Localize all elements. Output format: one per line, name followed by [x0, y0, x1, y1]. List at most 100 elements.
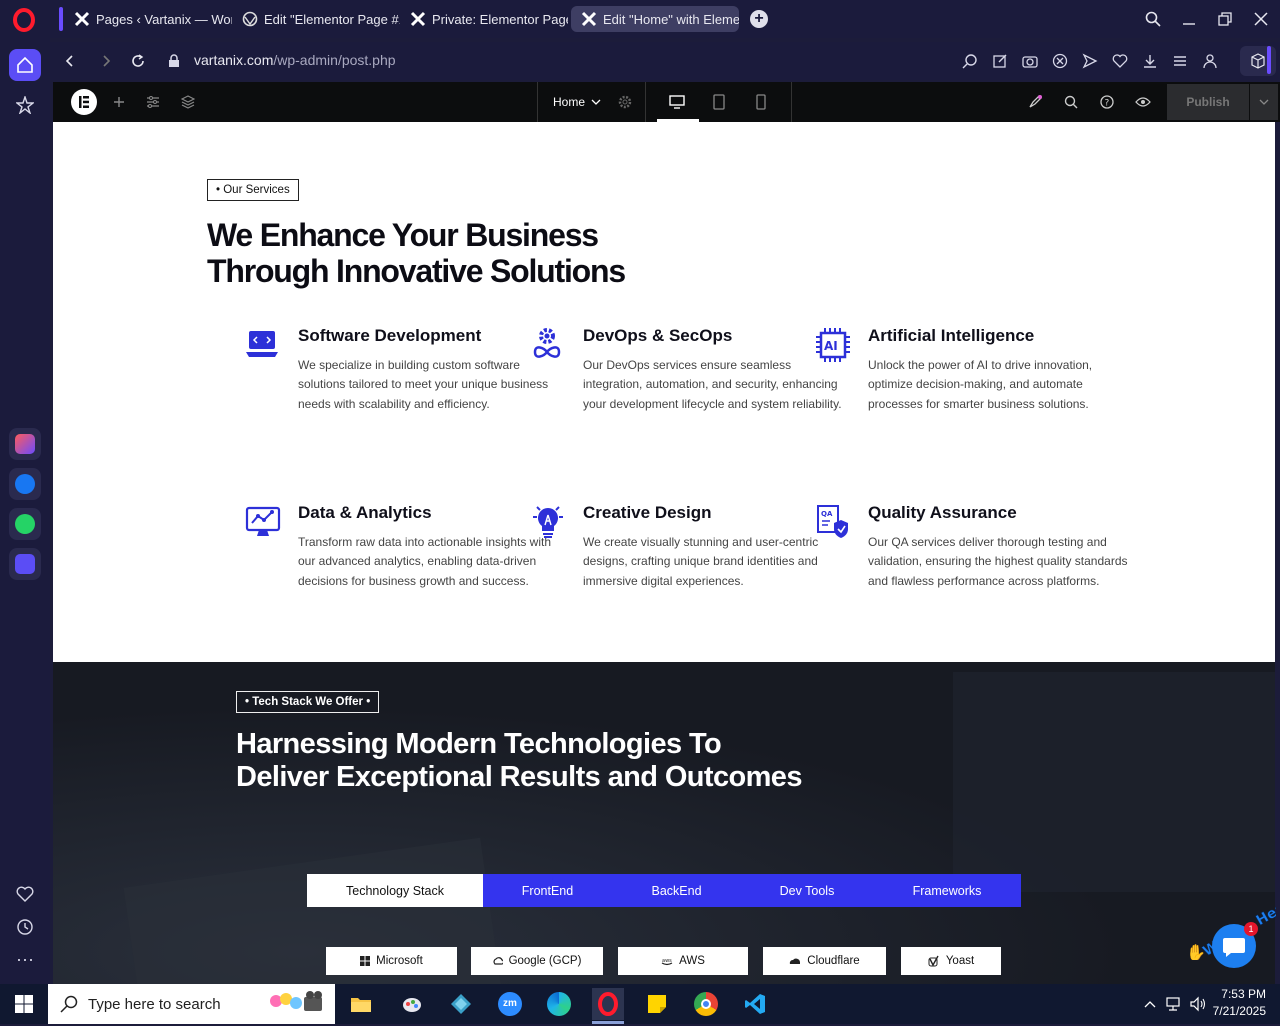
service-title: Artificial Intelligence: [868, 326, 1035, 345]
url-path: /wp-admin/post.php: [273, 52, 396, 68]
page-search-icon[interactable]: [960, 51, 980, 71]
new-tab-button[interactable]: +: [750, 10, 768, 28]
chip-label: Cloudflare: [807, 955, 860, 967]
publish-options-chevron-icon[interactable]: [1250, 84, 1278, 120]
tab-edit-elementor-page[interactable]: Edit "Elementor Page #100: [232, 6, 400, 32]
tech-badge-label: Tech Stack We Offer: [252, 696, 364, 708]
tab-private-elementor-page[interactable]: Private: Elementor Page #: [400, 6, 568, 32]
tab-frameworks[interactable]: Frameworks: [873, 874, 1021, 907]
aria-ai-icon[interactable]: [9, 428, 41, 460]
speed-dial-icon[interactable]: [9, 89, 41, 121]
sticky-notes-icon[interactable]: [641, 988, 673, 1020]
preview-eye-icon[interactable]: [1133, 92, 1153, 112]
app-paint-icon[interactable]: [396, 988, 428, 1020]
history-clock-icon[interactable]: [9, 911, 41, 943]
zoom-app-icon[interactable]: zm: [494, 988, 526, 1020]
chip-microsoft[interactable]: Microsoft: [326, 947, 457, 975]
lock-icon[interactable]: [164, 51, 184, 71]
taskbar-search-box[interactable]: Type here to search: [48, 984, 335, 1024]
whatsapp-icon[interactable]: [9, 508, 41, 540]
add-element-icon[interactable]: [109, 92, 129, 112]
service-card-software-development[interactable]: Software Development We specialize in bu…: [246, 326, 568, 414]
gear-infinity-icon: [529, 326, 569, 366]
svg-text:aws: aws: [662, 958, 672, 964]
service-card-creative-design[interactable]: Creative Design We create visually stunn…: [533, 503, 853, 591]
wordpress-favicon-icon: [242, 11, 258, 27]
tab-technology-stack[interactable]: Technology Stack: [307, 874, 483, 907]
chip-cloudflare[interactable]: Cloudflare: [763, 947, 886, 975]
download-icon[interactable]: [1140, 51, 1160, 71]
tab-dev-tools[interactable]: Dev Tools: [741, 874, 873, 907]
svg-text:AI: AI: [824, 339, 838, 353]
app-diamond-icon[interactable]: [445, 988, 477, 1020]
vscode-icon[interactable]: [739, 988, 771, 1020]
desktop-view-icon[interactable]: [667, 92, 687, 112]
home-icon[interactable]: [9, 49, 41, 81]
file-explorer-icon[interactable]: [345, 988, 377, 1020]
system-clock[interactable]: 7:53 PM 7/21/2025: [1213, 986, 1266, 1020]
more-options-icon[interactable]: ···: [9, 943, 41, 975]
services-heading: We Enhance Your Business Through Innovati…: [207, 217, 727, 289]
search-tabs-icon[interactable]: [1141, 8, 1165, 30]
opera-logo-icon[interactable]: [12, 8, 36, 32]
windows-start-icon[interactable]: [8, 988, 40, 1020]
service-card-ai[interactable]: AI Artificial Intelligence Unlock the po…: [816, 326, 1138, 414]
favorites-heart-icon[interactable]: [9, 878, 41, 910]
notifications-rocket-icon[interactable]: [1025, 92, 1045, 112]
easy-setup-icon[interactable]: [1170, 51, 1190, 71]
service-title: Software Development: [298, 326, 482, 345]
toolbar-divider: [791, 82, 792, 122]
music-player-icon[interactable]: [9, 548, 41, 580]
network-icon[interactable]: [1163, 988, 1185, 1020]
service-card-quality-assurance[interactable]: QA Quality Assurance Our QA services del…: [817, 503, 1138, 591]
edge-browser-icon[interactable]: [543, 988, 575, 1020]
help-icon[interactable]: ?: [1097, 92, 1117, 112]
mobile-view-icon[interactable]: [751, 92, 771, 112]
publish-button[interactable]: Publish: [1167, 84, 1249, 120]
tab-frontend[interactable]: FrontEnd: [483, 874, 612, 907]
reload-icon[interactable]: [128, 51, 148, 71]
edit-page-icon[interactable]: [990, 51, 1010, 71]
profile-icon[interactable]: [1200, 51, 1220, 71]
structure-layers-icon[interactable]: [178, 92, 198, 112]
back-icon[interactable]: [60, 51, 80, 71]
finder-search-icon[interactable]: [1061, 92, 1081, 112]
minimize-icon[interactable]: [1177, 8, 1201, 30]
elementor-toolbar: Home ? Publish: [53, 82, 1280, 122]
chat-launcher-button[interactable]: 1: [1212, 922, 1258, 968]
messenger-icon[interactable]: [9, 468, 41, 500]
flow-send-icon[interactable]: [1080, 51, 1100, 71]
page-select[interactable]: Home: [553, 95, 601, 109]
services-section[interactable]: • Our Services We Enhance Your Business T…: [53, 122, 1275, 662]
svg-text:✋: ✋: [1186, 943, 1206, 960]
service-card-data-analytics[interactable]: Data & Analytics Transform raw data into…: [245, 503, 568, 591]
browser-sidebar: ···: [0, 38, 50, 984]
tab-backend[interactable]: BackEnd: [612, 874, 741, 907]
elementor-logo-icon[interactable]: [71, 89, 97, 115]
restore-icon[interactable]: [1213, 8, 1237, 30]
volume-icon[interactable]: [1187, 988, 1209, 1020]
tab-edit-home[interactable]: Edit "Home" with Element: [571, 6, 739, 32]
close-window-icon[interactable]: [1249, 8, 1273, 30]
tab-pages[interactable]: Pages ‹ Vartanix — WordP: [64, 6, 232, 32]
opera-taskbar-icon[interactable]: [592, 988, 624, 1020]
tech-heading-line2: Deliver Exceptional Results and Outcomes: [236, 761, 802, 793]
service-card-devops[interactable]: DevOps & SecOps Our DevOps services ensu…: [533, 326, 853, 414]
page-settings-gear-icon[interactable]: [615, 92, 635, 112]
services-heading-line1: We Enhance Your Business: [207, 217, 599, 253]
show-hidden-icons-icon[interactable]: [1140, 988, 1160, 1020]
chip-google-gcp[interactable]: Google (GCP): [471, 947, 603, 975]
chrome-icon[interactable]: [690, 988, 722, 1020]
heart-icon[interactable]: [1110, 51, 1130, 71]
sidebar-accent-bar: [1267, 46, 1271, 74]
snapshot-camera-icon[interactable]: [1020, 51, 1040, 71]
elementor-canvas: • Our Services We Enhance Your Business T…: [53, 122, 1275, 984]
url-field[interactable]: vartanix.com/wp-admin/post.php: [194, 52, 396, 68]
adblock-icon[interactable]: [1050, 51, 1070, 71]
chip-aws[interactable]: aws AWS: [618, 947, 748, 975]
tablet-view-icon[interactable]: [709, 92, 729, 112]
site-settings-icon[interactable]: [143, 92, 163, 112]
tech-stack-section[interactable]: • Tech Stack We Offer • Harnessing Moder…: [53, 662, 1275, 984]
chip-yoast[interactable]: Yoast: [901, 947, 1001, 975]
forward-icon[interactable]: [96, 51, 116, 71]
